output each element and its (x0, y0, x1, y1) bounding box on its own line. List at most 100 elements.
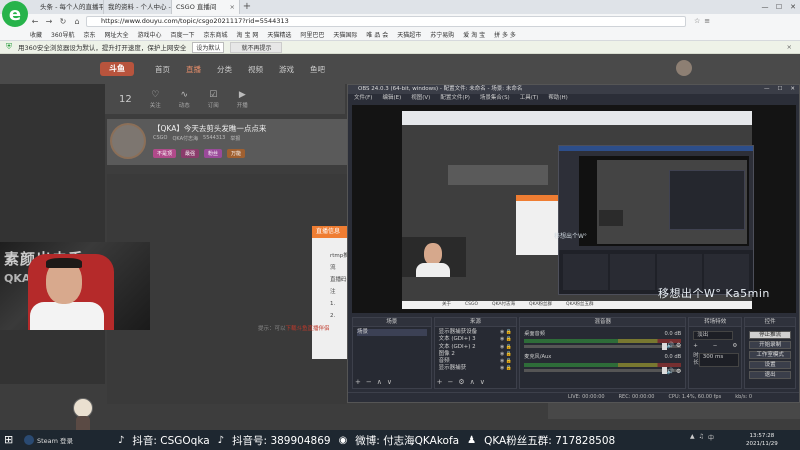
exit-button[interactable]: 退出 (749, 371, 791, 379)
new-tab-button[interactable]: + (240, 0, 254, 14)
source-item[interactable]: 文本 (GDI+) 2 ◉ 🔒 (439, 344, 513, 351)
bookmark-item[interactable]: 淘 宝 网 (237, 30, 259, 39)
remove-icon[interactable]: − (713, 343, 718, 350)
eye-icon[interactable]: ◉ 🔒 (500, 336, 512, 343)
bookmark-item[interactable]: 收藏 (30, 30, 42, 39)
nav-category[interactable]: 分类 (217, 64, 232, 75)
menu-item-file[interactable]: 文件(F) (354, 94, 372, 103)
settings-button[interactable]: 设置 (749, 361, 791, 369)
minimize-icon[interactable]: — (758, 0, 772, 14)
up-icon[interactable]: ∧ (377, 378, 382, 386)
room-tag[interactable]: 粉丝 (204, 149, 223, 158)
add-icon[interactable]: + (355, 378, 361, 386)
bookmark-item[interactable]: 爱 淘 宝 (463, 30, 485, 39)
speaker-icon[interactable]: 🔊 ⚙ (666, 368, 681, 375)
bookmark-item[interactable]: 天猫精选 (267, 30, 291, 39)
bookmark-item[interactable]: 天猫国际 (333, 30, 357, 39)
gear-icon[interactable]: ⚙ (732, 343, 737, 350)
close-window-icon[interactable]: ✕ (790, 85, 795, 94)
home-icon[interactable]: ⌂ (72, 17, 82, 26)
set-default-button[interactable]: 设为默认 (192, 41, 225, 53)
source-item[interactable]: 文本 (GDI+) 3 ◉ 🔒 (439, 336, 513, 343)
down-icon[interactable]: ∨ (387, 378, 392, 386)
refresh-icon[interactable]: ↻ (58, 17, 68, 26)
streamer-avatar[interactable] (110, 123, 146, 159)
bookmark-item[interactable]: 拼 多 多 (494, 30, 516, 39)
menu-item-profile[interactable]: 配置文件(P) (440, 94, 470, 103)
room-tag[interactable]: 最强 (181, 149, 200, 158)
menu-item-tools[interactable]: 工具(T) (520, 94, 539, 103)
nav-video[interactable]: 视频 (248, 64, 263, 75)
bookmark-item[interactable]: 阿里巴巴 (300, 30, 324, 39)
bookmark-item[interactable]: 游戏中心 (138, 30, 162, 39)
start-recording-button[interactable]: 开始录制 (749, 341, 791, 349)
browser-logo[interactable]: e (2, 1, 28, 27)
network-icon[interactable]: ▲ (690, 433, 695, 442)
taskbar-steam[interactable]: Steam 登录 (24, 433, 73, 447)
favorite-icon[interactable]: ☆ (694, 17, 700, 25)
no-more-button[interactable]: 就不再提示 (230, 41, 283, 53)
bookmark-item[interactable]: 360导航 (51, 30, 74, 39)
bookmark-item[interactable]: 苏宁易购 (430, 30, 454, 39)
toolbar-start-live[interactable]: ▶ 开播 (237, 90, 248, 109)
bookmark-item[interactable]: 京东 (83, 30, 95, 39)
room-tag[interactable]: 万能 (227, 149, 246, 158)
user-avatar[interactable] (676, 60, 692, 76)
eye-icon[interactable]: ◉ 🔒 (500, 365, 512, 372)
windows-start-icon[interactable]: ⊞ (4, 434, 16, 446)
forward-icon[interactable]: → (44, 17, 54, 26)
close-window-icon[interactable]: ✕ (786, 0, 800, 14)
duration-input[interactable]: 300 ms (698, 352, 739, 368)
studio-mode-button[interactable]: 工作室模式 (749, 351, 791, 359)
system-clock[interactable]: 13:57:28 2021/11/29 (746, 432, 778, 448)
toolbar-follow[interactable]: ♡ 关注 (150, 90, 161, 109)
add-icon[interactable]: + (693, 343, 698, 350)
speaker-icon[interactable]: 🔊 ⚙ (666, 342, 681, 349)
room-owner[interactable]: QKA付志海 (172, 135, 198, 142)
transition-select[interactable]: 淡出 (693, 331, 734, 341)
tab-3[interactable]: CSGO 直播间 × (172, 0, 240, 14)
volume-slider[interactable] (524, 366, 682, 374)
download-link[interactable]: 下载斗鱼直播伴侣 (286, 326, 330, 332)
nav-game[interactable]: 游戏 (279, 64, 294, 75)
bookmark-item[interactable]: 唯 品 会 (366, 30, 388, 39)
back-icon[interactable]: ← (30, 17, 40, 26)
menu-item-help[interactable]: 帮助(H) (548, 94, 567, 103)
bookmark-item[interactable]: 天猫超市 (397, 30, 421, 39)
ime-icon[interactable]: 中 (708, 433, 714, 442)
tab-2[interactable]: 我的资料 - 个人中心 - 斗鱼× (104, 0, 172, 14)
menu-item-view[interactable]: 视图(V) (411, 94, 430, 103)
stop-streaming-button[interactable]: 停止推流 (749, 331, 791, 339)
menu-icon[interactable]: ≡ (704, 17, 710, 25)
tab-1[interactable]: 头条 - 每个人的直播平台× (36, 0, 104, 14)
menu-item-scene-collection[interactable]: 场景集合(S) (480, 94, 510, 103)
toolbar-subscribe[interactable]: ☑ 订阅 (208, 90, 219, 109)
maximize-icon[interactable]: ☐ (772, 0, 786, 14)
minimize-icon[interactable]: — (764, 85, 770, 94)
douyu-logo[interactable]: 斗鱼 (100, 62, 134, 76)
maximize-icon[interactable]: ☐ (777, 85, 782, 94)
room-category[interactable]: CSGO (153, 135, 167, 142)
url-input[interactable]: https://www.douyu.com/topic/csgo2021117?… (86, 15, 686, 27)
volume-slider[interactable] (524, 343, 682, 351)
remove-icon[interactable]: − (366, 378, 372, 386)
menu-item-edit[interactable]: 编辑(E) (382, 94, 401, 103)
remove-icon[interactable]: − (447, 378, 453, 386)
source-item[interactable]: 显示器捕获 ◉ 🔒 (439, 365, 513, 372)
close-icon[interactable]: × (787, 43, 792, 51)
scene-item[interactable]: 场景 (357, 329, 427, 337)
gear-icon[interactable]: ⚙ (458, 378, 464, 386)
eye-icon[interactable]: ◉ 🔒 (500, 344, 512, 351)
report-link[interactable]: 举报 (230, 135, 240, 142)
bookmark-item[interactable]: 京东商城 (204, 30, 228, 39)
volume-icon[interactable]: ♫ (699, 433, 704, 442)
down-icon[interactable]: ∨ (480, 378, 485, 386)
close-icon[interactable]: × (230, 0, 235, 14)
nav-home[interactable]: 首页 (155, 64, 170, 75)
bookmark-item[interactable]: 网址大全 (104, 30, 128, 39)
add-icon[interactable]: + (437, 378, 443, 386)
nav-yuba[interactable]: 鱼吧 (310, 64, 325, 75)
bookmark-item[interactable]: 百度一下 (171, 30, 195, 39)
room-tag[interactable]: 不是顶 (153, 149, 177, 158)
obs-preview[interactable]: 移想出个W° 移想出个W° Ka5min 关于 CSGO QKA付志海 QKA粉… (352, 105, 796, 313)
